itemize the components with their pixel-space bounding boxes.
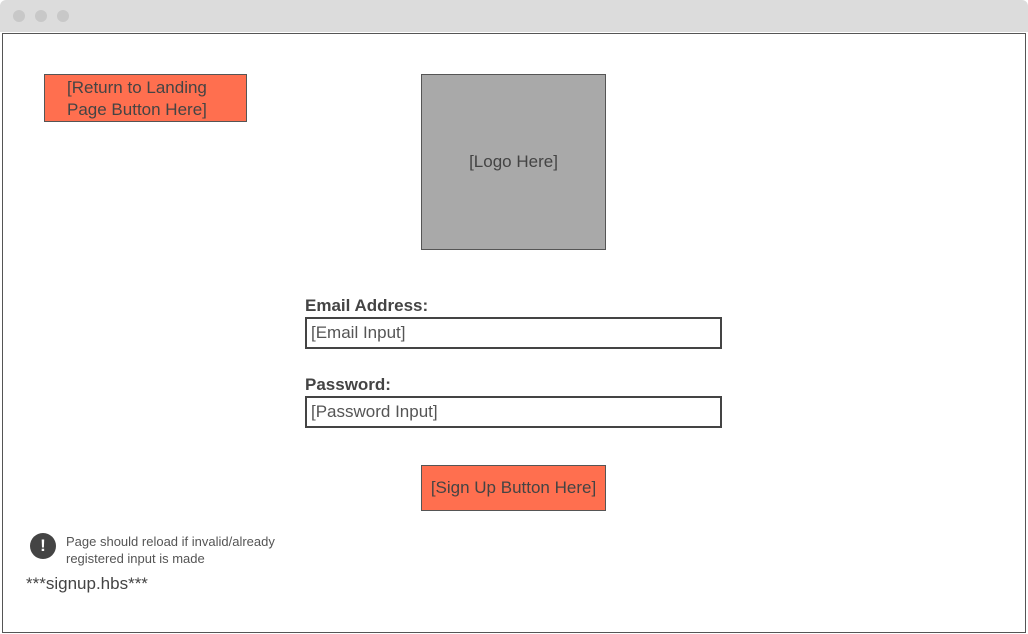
exclamation-icon: ! bbox=[30, 533, 56, 559]
logo-placeholder: [Logo Here] bbox=[421, 74, 606, 250]
email-label: Email Address: bbox=[305, 296, 429, 315]
password-label: Password: bbox=[305, 375, 391, 394]
window-close-dot[interactable] bbox=[13, 10, 25, 22]
password-input[interactable]: [Password Input] bbox=[305, 396, 722, 428]
sign-up-button[interactable]: [Sign Up Button Here] bbox=[421, 465, 606, 511]
return-to-landing-button[interactable]: [Return to Landing Page Button Here] bbox=[44, 74, 247, 122]
window-minimize-dot[interactable] bbox=[35, 10, 47, 22]
window-maximize-dot[interactable] bbox=[57, 10, 69, 22]
email-input[interactable]: [Email Input] bbox=[305, 317, 722, 349]
reload-note: Page should reload if invalid/already re… bbox=[66, 534, 275, 566]
file-name-label: ***signup.hbs*** bbox=[26, 574, 148, 593]
sign-up-button-label: [Sign Up Button Here] bbox=[430, 478, 597, 497]
logo-placeholder-text: [Logo Here] bbox=[469, 152, 558, 171]
window-titlebar bbox=[0, 0, 1028, 32]
